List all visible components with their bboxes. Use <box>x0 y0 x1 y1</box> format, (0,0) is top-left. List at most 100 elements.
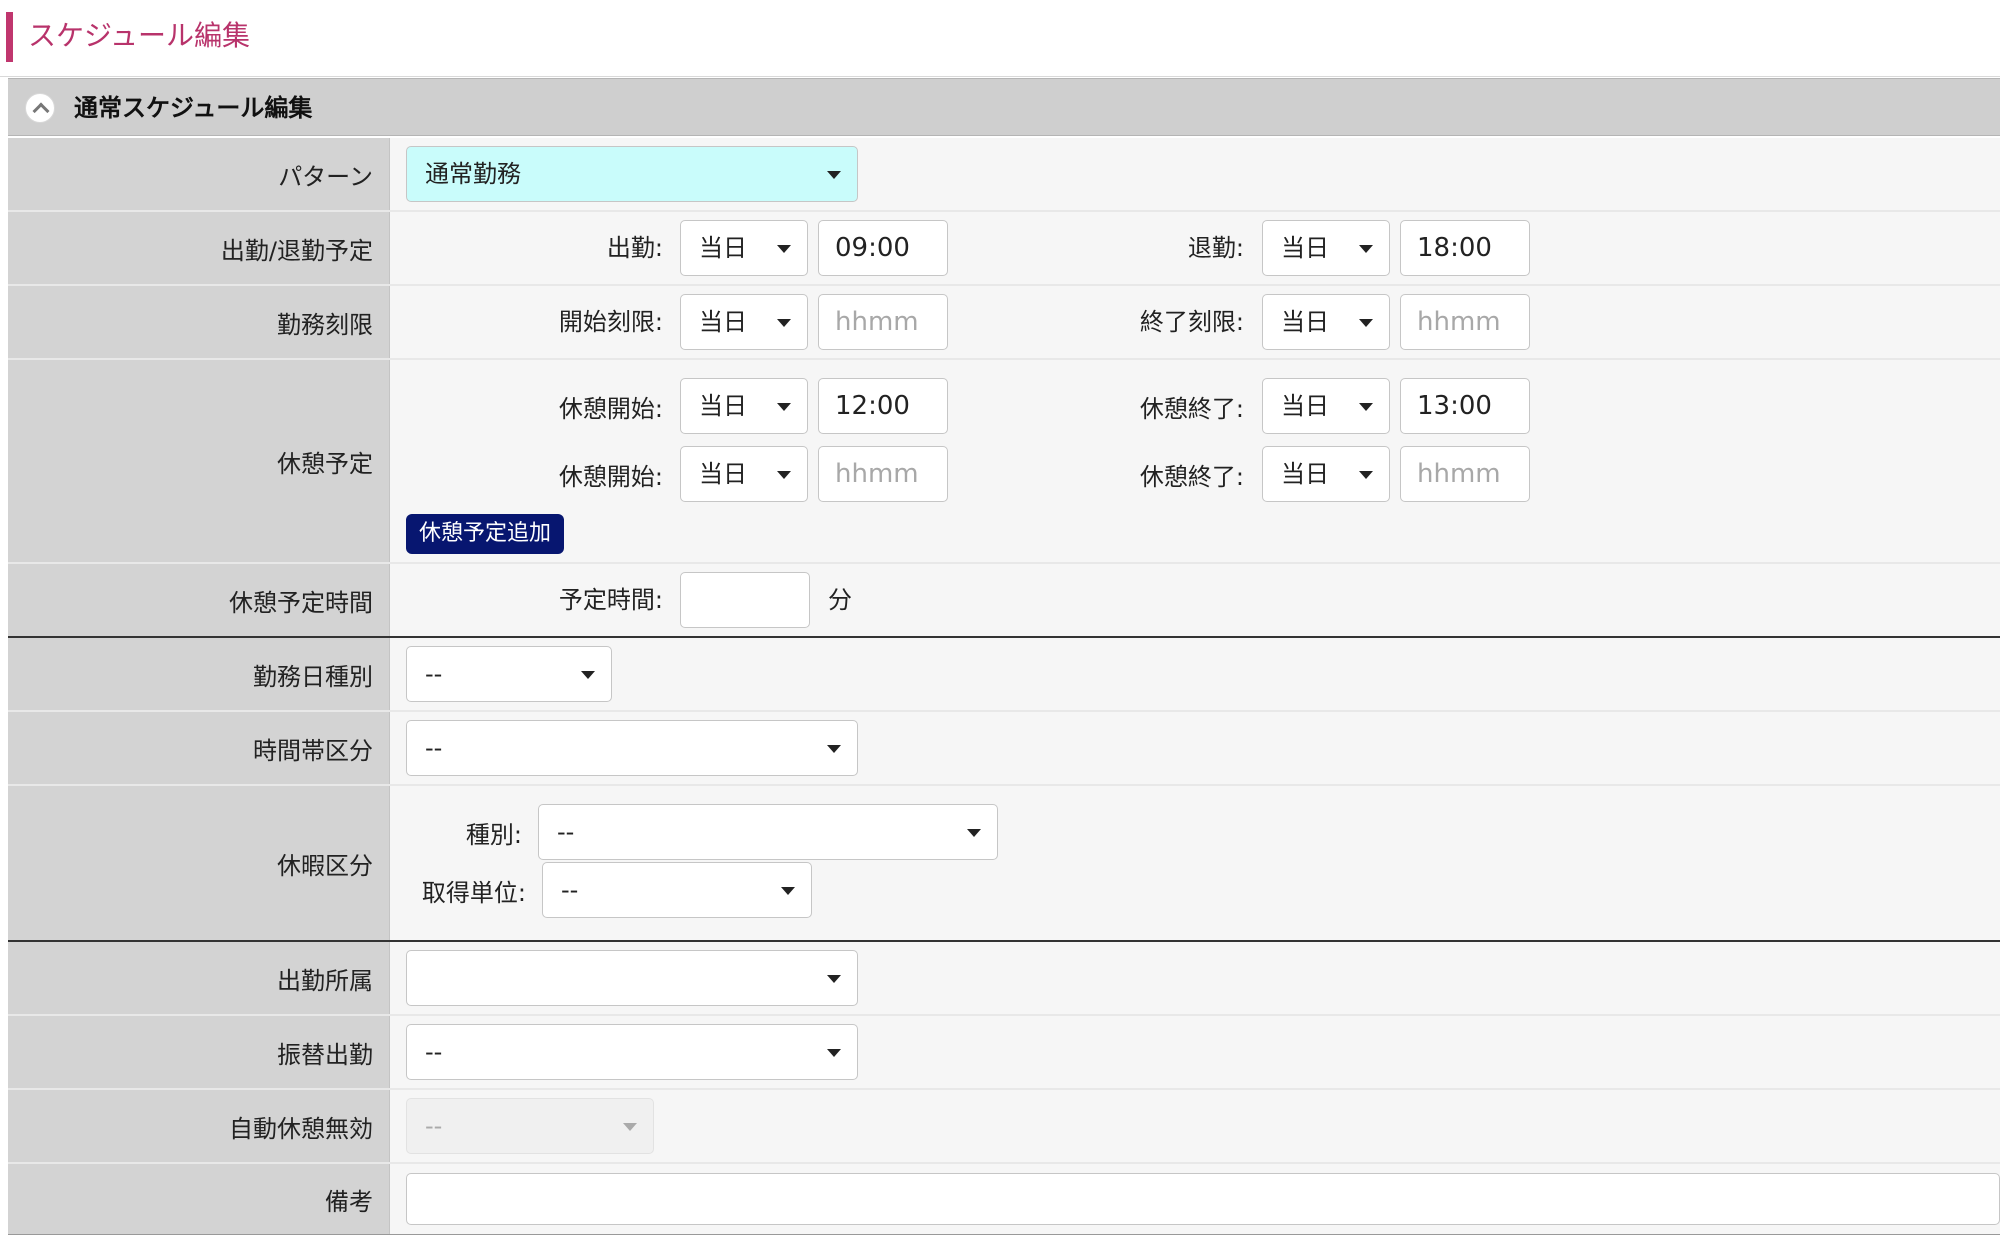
break-time-label: 予定時間: <box>558 586 663 614</box>
time-zone-value: -- <box>425 734 443 762</box>
pattern-select[interactable]: 通常勤務 <box>406 146 858 202</box>
caret-down-icon <box>827 975 841 983</box>
row-label-remarks: 備考 <box>8 1164 390 1234</box>
break-start-time-input[interactable]: 12:00 <box>818 378 948 434</box>
limit-end-day-value: 当日 <box>1281 308 1329 336</box>
row-label-break-time: 休憩予定時間 <box>8 564 390 636</box>
break-end-time-input[interactable]: 13:00 <box>1400 378 1530 434</box>
row-time-zone: 時間帯区分 -- <box>8 712 2000 786</box>
caret-down-icon <box>827 171 841 179</box>
workday-type-value: -- <box>425 660 443 688</box>
leave-type-label: 種別: <box>465 821 522 849</box>
break-start-label: 休憩開始: <box>558 395 663 423</box>
caret-down-icon <box>827 1049 841 1057</box>
row-label-auto-break: 自動休憩無効 <box>8 1090 390 1162</box>
row-label-workday-type: 勤務日種別 <box>8 638 390 710</box>
caret-down-icon <box>1359 471 1373 479</box>
leave-type-select[interactable]: -- <box>538 804 998 860</box>
caret-down-icon <box>777 245 791 253</box>
row-label-substitute: 振替出勤 <box>8 1016 390 1088</box>
page-title: スケジュール編集 <box>28 19 251 52</box>
row-leave: 休暇区分 種別: -- 取得単位: -- <box>8 786 2000 942</box>
caret-down-icon <box>827 745 841 753</box>
caret-down-icon <box>777 403 791 411</box>
row-pattern: パターン 通常勤務 <box>8 138 2000 212</box>
row-attendance: 出勤/退勤予定 出勤: 当日 09:00 退勤: 当日 18:00 <box>8 212 2000 286</box>
chevron-up-icon[interactable] <box>25 93 55 123</box>
start-label: 出勤: <box>606 234 663 262</box>
row-substitute: 振替出勤 -- <box>8 1016 2000 1090</box>
title-divider <box>0 76 2000 77</box>
break-start-time-input[interactable]: hhmm <box>818 446 948 502</box>
page-title-accent <box>6 12 13 62</box>
pattern-select-value: 通常勤務 <box>425 160 521 188</box>
time-zone-select[interactable]: -- <box>406 720 858 776</box>
caret-down-icon <box>1359 245 1373 253</box>
row-auto-break: 自動休憩無効 -- <box>8 1090 2000 1164</box>
break-end-label: 休憩終了: <box>1139 463 1244 491</box>
end-label: 退勤: <box>1187 234 1244 262</box>
workday-type-select[interactable]: -- <box>406 646 612 702</box>
start-day-select[interactable]: 当日 <box>680 220 808 276</box>
end-day-select[interactable]: 当日 <box>1262 220 1390 276</box>
break-end-time-input[interactable]: hhmm <box>1400 446 1530 502</box>
limit-end-label: 終了刻限: <box>1139 308 1244 336</box>
break-start-day-value: 当日 <box>699 392 747 420</box>
break-start-day-value: 当日 <box>699 460 747 488</box>
caret-down-icon <box>1359 403 1373 411</box>
section-title: 通常スケジュール編集 <box>74 94 313 122</box>
break-end-day-value: 当日 <box>1281 392 1329 420</box>
row-workday-type: 勤務日種別 -- <box>8 638 2000 712</box>
break-end-day-value: 当日 <box>1281 460 1329 488</box>
break-end-label: 休憩終了: <box>1139 395 1244 423</box>
caret-down-icon <box>1359 319 1373 327</box>
limit-start-label: 開始刻限: <box>558 308 663 336</box>
row-work-limit: 勤務刻限 開始刻限: 当日 hhmm 終了刻限: 当日 hhmm <box>8 286 2000 360</box>
limit-end-day-select[interactable]: 当日 <box>1262 294 1390 350</box>
row-break-time: 休憩予定時間 予定時間: 分 <box>8 564 2000 638</box>
caret-down-icon <box>781 887 795 895</box>
caret-down-icon <box>967 829 981 837</box>
row-label-breaks: 休憩予定 <box>8 360 390 562</box>
caret-down-icon <box>777 319 791 327</box>
row-label-work-limit: 勤務刻限 <box>8 286 390 358</box>
row-label-time-zone: 時間帯区分 <box>8 712 390 784</box>
leave-unit-select[interactable]: -- <box>542 862 812 918</box>
section-header[interactable]: 通常スケジュール編集 <box>8 78 2000 136</box>
leave-type-value: -- <box>557 818 575 846</box>
break-start-label: 休憩開始: <box>558 463 663 491</box>
row-label-attendance: 出勤/退勤予定 <box>8 212 390 284</box>
row-label-leave: 休暇区分 <box>8 786 390 940</box>
remarks-input[interactable] <box>406 1173 2000 1225</box>
limit-start-day-select[interactable]: 当日 <box>680 294 808 350</box>
break-end-day-select[interactable]: 当日 <box>1262 378 1390 434</box>
auto-break-select: -- <box>406 1098 654 1154</box>
limit-start-input[interactable]: hhmm <box>818 294 948 350</box>
auto-break-value: -- <box>425 1112 443 1140</box>
row-department: 出勤所属 <box>8 942 2000 1016</box>
caret-down-icon <box>623 1123 637 1131</box>
row-label-department: 出勤所属 <box>8 942 390 1014</box>
substitute-select[interactable]: -- <box>406 1024 858 1080</box>
break-start-day-select[interactable]: 当日 <box>680 446 808 502</box>
limit-start-day-value: 当日 <box>699 308 747 336</box>
add-break-button[interactable]: 休憩予定追加 <box>406 514 564 554</box>
row-label-pattern: パターン <box>8 138 390 210</box>
limit-end-input[interactable]: hhmm <box>1400 294 1530 350</box>
caret-down-icon <box>581 671 595 679</box>
end-day-value: 当日 <box>1281 234 1329 262</box>
end-time-input[interactable]: 18:00 <box>1400 220 1530 276</box>
row-breaks: 休憩予定 休憩開始: 当日 12:00 休憩終了: 当日 13:00 休憩開始:… <box>8 360 2000 564</box>
leave-unit-value: -- <box>561 876 579 904</box>
leave-unit-label: 取得単位: <box>421 879 526 907</box>
start-day-value: 当日 <box>699 234 747 262</box>
caret-down-icon <box>777 471 791 479</box>
row-remarks: 備考 <box>8 1164 2000 1235</box>
break-start-day-select[interactable]: 当日 <box>680 378 808 434</box>
break-time-input[interactable] <box>680 572 810 628</box>
start-time-input[interactable]: 09:00 <box>818 220 948 276</box>
break-end-day-select[interactable]: 当日 <box>1262 446 1390 502</box>
department-select[interactable] <box>406 950 858 1006</box>
break-time-unit: 分 <box>828 586 852 614</box>
substitute-value: -- <box>425 1038 443 1066</box>
